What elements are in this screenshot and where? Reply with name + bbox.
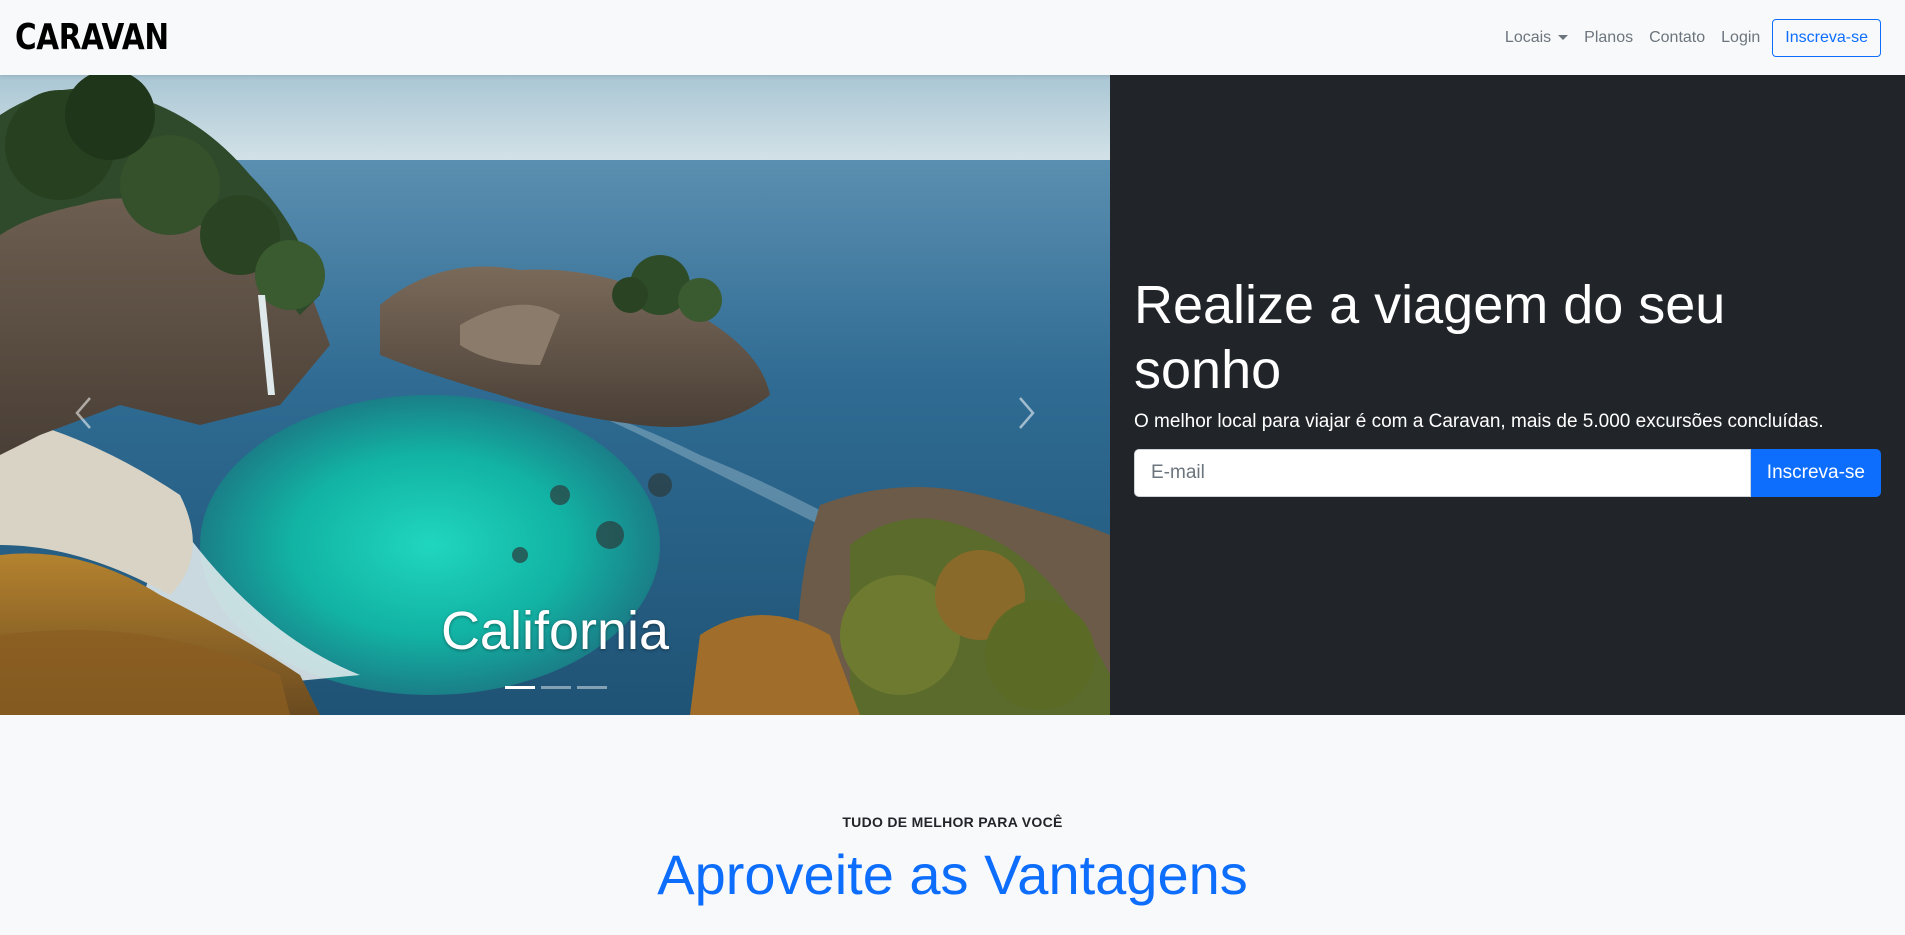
chevron-right-icon [1019, 397, 1035, 429]
carousel: California [0, 75, 1110, 715]
carousel-prev-button[interactable] [63, 393, 103, 433]
chevron-down-icon [1558, 35, 1569, 40]
hero-subtitle: O melhor local para viajar é com a Carav… [1134, 410, 1824, 432]
nav-menu: Locais Planos Contato Login Inscreva-se [1497, 18, 1881, 57]
nav-signup-button[interactable]: Inscreva-se [1772, 18, 1881, 57]
carousel-indicator-1[interactable] [505, 686, 535, 689]
nav-login[interactable]: Login [1713, 29, 1768, 47]
nav-locais-label: Locais [1504, 28, 1552, 46]
nav-planos[interactable]: Planos [1576, 29, 1641, 47]
signup-form: Inscreva-se [1134, 448, 1881, 497]
brand-logo[interactable]: CARAVAN [15, 17, 169, 58]
carousel-indicator-2[interactable] [541, 686, 571, 689]
section-title: Aproveite as Vantagens [657, 843, 1248, 906]
carousel-next-button[interactable] [1007, 393, 1047, 433]
carousel-caption: California [440, 601, 670, 661]
carousel-indicators [505, 686, 607, 689]
chevron-left-icon [75, 397, 91, 429]
email-input[interactable] [1134, 448, 1751, 497]
navbar: CARAVAN Locais Planos Contato Login Insc… [0, 0, 1905, 75]
section-eyebrow: TUDO DE MELHOR PARA VOCÊ [842, 814, 1063, 830]
hero-signup-button[interactable]: Inscreva-se [1750, 448, 1881, 497]
hero-title: Realize a viagem do seu sonho [1134, 275, 1726, 400]
hero: California Realize a viagem do seu sonho… [0, 75, 1905, 715]
nav-contato[interactable]: Contato [1641, 29, 1713, 47]
hero-signup-panel: Realize a viagem do seu sonho O melhor l… [1110, 75, 1905, 715]
nav-locais-dropdown[interactable]: Locais [1497, 29, 1576, 47]
carousel-indicator-3[interactable] [577, 686, 607, 689]
